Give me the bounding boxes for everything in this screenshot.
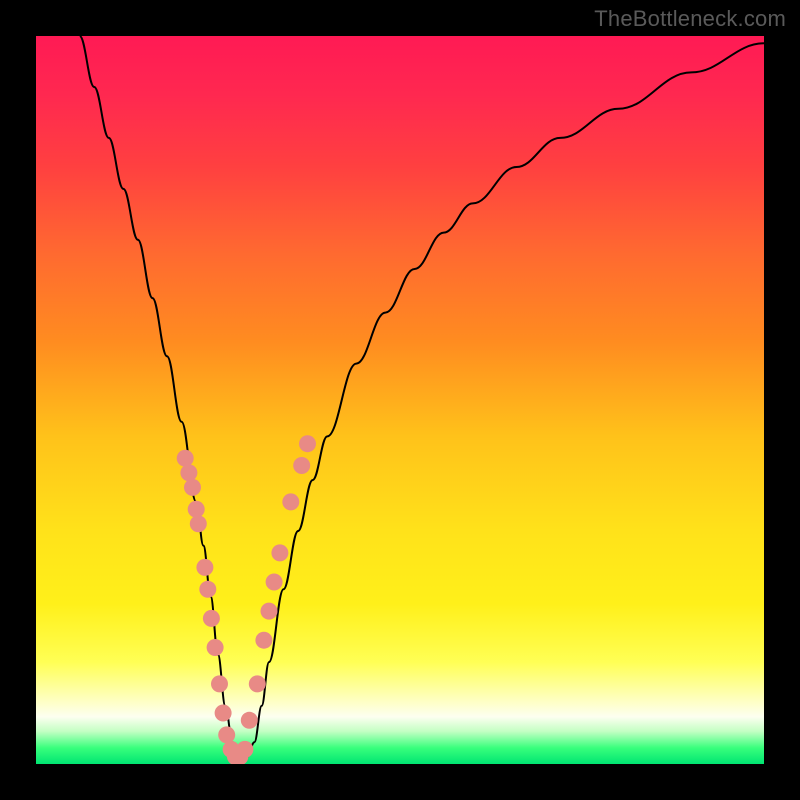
data-marker bbox=[211, 675, 228, 692]
data-marker bbox=[241, 712, 258, 729]
data-marker bbox=[196, 559, 213, 576]
data-marker bbox=[271, 544, 288, 561]
gradient-background bbox=[36, 36, 764, 764]
data-marker bbox=[199, 581, 216, 598]
data-marker bbox=[190, 515, 207, 532]
data-marker bbox=[299, 435, 316, 452]
data-marker bbox=[203, 610, 220, 627]
data-marker bbox=[188, 501, 205, 518]
data-marker bbox=[266, 574, 283, 591]
data-marker bbox=[249, 675, 266, 692]
border-right bbox=[764, 0, 800, 800]
border-left bbox=[0, 0, 36, 800]
data-marker bbox=[184, 479, 201, 496]
chart-frame: TheBottleneck.com bbox=[0, 0, 800, 800]
data-marker bbox=[207, 639, 224, 656]
data-marker bbox=[255, 632, 272, 649]
data-marker bbox=[261, 603, 278, 620]
watermark-text: TheBottleneck.com bbox=[594, 6, 786, 32]
data-marker bbox=[180, 464, 197, 481]
data-marker bbox=[218, 726, 235, 743]
bottleneck-chart bbox=[0, 0, 800, 800]
border-bottom bbox=[0, 764, 800, 800]
data-marker bbox=[177, 450, 194, 467]
data-marker bbox=[236, 741, 253, 758]
data-marker bbox=[282, 493, 299, 510]
data-marker bbox=[215, 705, 232, 722]
data-marker bbox=[293, 457, 310, 474]
